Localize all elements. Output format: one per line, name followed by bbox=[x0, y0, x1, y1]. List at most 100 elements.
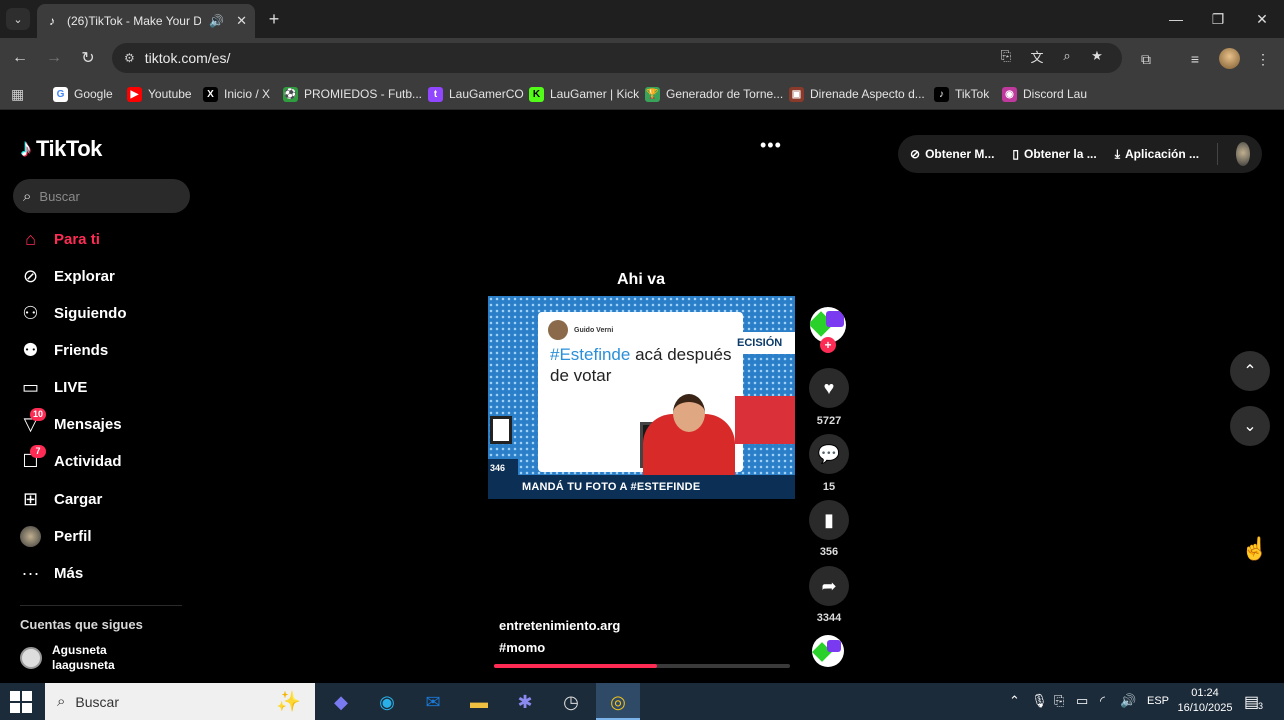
address-bar[interactable]: ⚙ tiktok.com/es/ bbox=[112, 43, 1122, 73]
language-indicator[interactable]: ESP bbox=[1147, 695, 1169, 707]
sparkle-icon: ✨ bbox=[276, 691, 301, 713]
nav-mensajes[interactable]: ▽ 10 Mensajes bbox=[20, 407, 122, 438]
nav-perfil[interactable]: Perfil bbox=[20, 522, 92, 550]
nav-para-ti[interactable]: ⌂ Para ti bbox=[20, 225, 100, 253]
music-disc-icon[interactable] bbox=[812, 635, 844, 667]
minimize-button[interactable]: — bbox=[1156, 8, 1196, 30]
bookmark-youtube[interactable]: ▶ Youtube bbox=[127, 84, 192, 104]
microphone-icon[interactable]: 🎙 bbox=[1031, 693, 1048, 709]
bookmark-kick[interactable]: K LauGamer | Kick bbox=[529, 84, 639, 104]
app-clock-icon[interactable]: ◷ bbox=[555, 687, 587, 717]
get-coins-button[interactable]: ⊘ Obtener M... bbox=[910, 147, 994, 161]
search-bar[interactable]: ⌕ bbox=[13, 179, 190, 213]
bookmark-tiktok[interactable]: ♪ TikTok bbox=[934, 84, 989, 104]
close-window-button[interactable]: ✕ bbox=[1242, 8, 1282, 30]
following-account[interactable]: Agusneta laagusneta bbox=[20, 643, 115, 673]
profile-avatar[interactable] bbox=[1219, 48, 1240, 69]
bookmark-icon: ▮ bbox=[824, 509, 834, 530]
desktop-app-button[interactable]: ⤓ Aplicación ... bbox=[1115, 147, 1199, 162]
install-app-icon[interactable]: ⎘ bbox=[996, 46, 1016, 66]
more-options-icon[interactable]: ••• bbox=[760, 135, 782, 156]
media-controls-icon[interactable]: ≡ bbox=[1184, 48, 1206, 70]
volume-icon[interactable]: 🔊 bbox=[1120, 693, 1136, 709]
nav-label: Siguiendo bbox=[54, 304, 127, 322]
qr-code-graphic bbox=[490, 416, 512, 444]
nav-live[interactable]: ▭ LIVE bbox=[20, 373, 87, 401]
browser-tab-active[interactable]: ♪ (26)TikTok - Make Your Day 🔊 ✕ bbox=[37, 4, 255, 38]
apps-grid-icon[interactable]: ▦ bbox=[11, 86, 24, 103]
video-progress-bar[interactable] bbox=[494, 664, 790, 668]
restore-button[interactable]: ❐ bbox=[1198, 8, 1238, 30]
previous-video-button[interactable]: ⌃ bbox=[1230, 351, 1270, 391]
comment-count: 15 bbox=[822, 481, 836, 493]
nav-siguiendo[interactable]: ⚇ Siguiendo bbox=[20, 299, 127, 327]
save-button[interactable]: ▮ bbox=[809, 500, 849, 540]
zoom-icon[interactable]: ⌕ bbox=[1057, 46, 1077, 66]
close-tab-icon[interactable]: ✕ bbox=[236, 13, 247, 29]
user-avatar[interactable] bbox=[1235, 142, 1250, 166]
nav-actividad[interactable]: ☐ 7 Actividad bbox=[20, 444, 122, 475]
share-icon: ➦ bbox=[821, 575, 837, 596]
bookmark-label: PROMIEDOS - Futb... bbox=[304, 87, 423, 101]
following-section-title: Cuentas que sigues bbox=[20, 617, 143, 632]
nav-mas[interactable]: ··· Más bbox=[20, 559, 84, 587]
bookmark-star-icon[interactable]: ★ bbox=[1087, 46, 1107, 66]
bookmark-promiedos[interactable]: ⚽ PROMIEDOS - Futb... bbox=[283, 84, 422, 104]
nav-friends[interactable]: ⚉ Friends bbox=[20, 336, 108, 364]
app-star-icon[interactable]: ✱ bbox=[509, 687, 541, 717]
search-icon[interactable]: ⌕ bbox=[23, 188, 31, 205]
like-count: 5727 bbox=[816, 415, 842, 427]
edge-app-icon[interactable]: ◉ bbox=[371, 687, 403, 717]
comment-icon: 💬 bbox=[817, 443, 841, 464]
battery-icon[interactable]: ▭ bbox=[1076, 693, 1088, 709]
comment-button[interactable]: 💬 bbox=[809, 434, 849, 474]
video-player[interactable]: Guido Verni #Estefinde acá después de vo… bbox=[488, 296, 795, 499]
back-button[interactable]: ← bbox=[9, 47, 31, 69]
activity-icon: ☐ 7 bbox=[20, 444, 46, 472]
search-input[interactable] bbox=[39, 188, 170, 204]
nav-cargar[interactable]: ⊞ Cargar bbox=[20, 485, 102, 513]
next-video-button[interactable]: ⌄ bbox=[1230, 406, 1270, 446]
nav-label: Friends bbox=[54, 341, 109, 359]
notification-icon[interactable]: ▤ bbox=[1244, 692, 1259, 712]
extensions-icon[interactable]: ⧉ bbox=[1135, 48, 1157, 70]
tray-app-icon[interactable]: ⎘ bbox=[1054, 693, 1064, 709]
wifi-icon[interactable]: ◜ bbox=[1100, 693, 1105, 709]
chrome-menu-icon[interactable]: ⋮ bbox=[1252, 48, 1274, 70]
new-tab-button[interactable]: + bbox=[262, 8, 286, 30]
outlook-app-icon[interactable]: ✉ bbox=[417, 687, 449, 717]
video-author[interactable]: entretenimiento.arg bbox=[499, 618, 620, 633]
tab-search-button[interactable]: ⌄ bbox=[6, 8, 30, 30]
bookmark-laugamerco[interactable]: t LauGamerCO bbox=[428, 84, 524, 104]
share-button[interactable]: ➦ bbox=[809, 566, 849, 606]
site-info-icon[interactable]: ⚙ bbox=[124, 51, 135, 65]
bookmark-x[interactable]: X Inicio / X bbox=[203, 84, 270, 104]
twitch-icon: t bbox=[428, 86, 443, 102]
bookmark-google[interactable]: G Google bbox=[53, 84, 113, 104]
bookmark-direnade[interactable]: ▣ Direnade Aspecto d... bbox=[789, 84, 925, 104]
bookmark-discord[interactable]: ◉ Discord Lau bbox=[1002, 84, 1087, 104]
bookmark-generador[interactable]: 🏆 Generador de Torne... bbox=[645, 84, 783, 104]
translate-icon[interactable]: 文 bbox=[1027, 46, 1047, 66]
taskbar-search[interactable]: ⌕ Buscar ✨ bbox=[45, 683, 315, 720]
follow-plus-icon[interactable]: + bbox=[820, 337, 836, 353]
windows-start-button[interactable] bbox=[10, 691, 32, 713]
nav-explorar[interactable]: ⊘ Explorar bbox=[20, 262, 115, 290]
youtube-icon: ▶ bbox=[127, 86, 142, 102]
copilot-app-icon[interactable]: ◆ bbox=[325, 687, 357, 717]
tray-chevron-up-icon[interactable]: ⌃ bbox=[1009, 693, 1020, 709]
account-display-name: Agusneta bbox=[52, 643, 107, 657]
tiktok-logo[interactable]: ♪ TikTok bbox=[20, 135, 102, 163]
like-button[interactable]: ♥ bbox=[809, 368, 849, 408]
forward-button[interactable]: → bbox=[43, 47, 65, 69]
video-overlay-caption: Ahi va bbox=[616, 271, 665, 288]
chrome-app-icon[interactable]: ◎ bbox=[602, 687, 634, 717]
search-icon: ⌕ bbox=[57, 693, 66, 710]
friends-icon: ⚉ bbox=[22, 339, 39, 360]
file-explorer-icon[interactable]: ▬ bbox=[463, 687, 495, 717]
video-hashtag[interactable]: #momo bbox=[499, 640, 545, 655]
reload-button[interactable]: ↻ bbox=[77, 47, 99, 69]
taskbar-clock[interactable]: 01:24 16/10/2025 bbox=[1170, 686, 1240, 716]
audio-playing-icon[interactable]: 🔊 bbox=[209, 14, 224, 28]
get-app-button[interactable]: ▯ Obtener la ... bbox=[1012, 147, 1096, 161]
